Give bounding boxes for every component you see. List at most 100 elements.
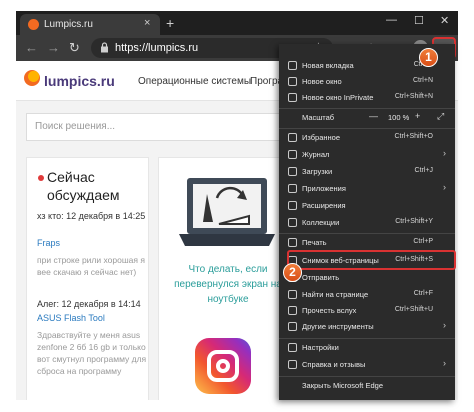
history-icon [288,150,297,159]
comment-meta: хз кто: 12 декабря в 14:25 [37,211,146,221]
menu-item-downloads[interactable]: Загрузки Ctrl+J [279,164,455,180]
zoom-out-button[interactable]: — [369,111,378,121]
menu-item-apps[interactable]: Приложения › [279,181,455,197]
menu-item-label: Другие инструменты [302,322,374,331]
menu-item-close-edge[interactable]: Закрыть Microsoft Edge [279,378,455,394]
comment-text: Здравствуйте у меня asus zenfone 2 6б 16… [37,330,147,376]
tab-bar: Lumpics.ru × + — ☐ ✕ [16,11,458,35]
new-window-icon [288,77,297,86]
chevron-right-icon: › [443,182,446,192]
favorites-icon [288,133,297,142]
menu-item-favorites[interactable]: Избранное Ctrl+Shift+O [279,130,455,146]
menu-item-print[interactable]: Печать Ctrl+P [279,235,455,251]
zoom-value: 100 % [388,113,410,122]
instagram-icon [195,338,251,394]
menu-item-label: Коллекции [302,218,340,227]
comment-meta: Алег: 12 декабря в 14:14 [37,299,141,309]
more-tools-icon [288,322,297,331]
url-text: https://lumpics.ru [115,42,199,54]
live-title: Сейчас обсуждаем [47,169,120,203]
comment-text: при строке рили хорошая я вее скачаю я с… [37,255,145,277]
maximize-button[interactable]: ☐ [414,14,424,27]
refresh-icon[interactable]: ↻ [69,40,80,56]
menu-item-shortcut: Ctrl+Shift+O [394,133,433,140]
tab-title: Lumpics.ru [44,19,93,30]
menu-item-label: Загрузки [302,167,333,176]
menu-separator [279,233,455,234]
minimize-button[interactable]: — [386,14,397,26]
apps-icon [288,184,297,193]
step-callout-2: 2 [283,263,302,282]
menu-item-label: Прочесть вслух [302,306,357,315]
menu-item-read-aloud[interactable]: Прочесть вслух Ctrl+Shift+U [279,303,455,319]
menu-item-label: Найти на странице [302,290,369,299]
menu-item-collections[interactable]: Коллекции Ctrl+Shift+Y [279,215,455,231]
menu-zoom-row: Масштаб — 100 % + ⤢ [279,110,455,126]
menu-item-shortcut: Ctrl+Shift+N [394,93,433,100]
fullscreen-icon[interactable]: ⤢ [437,111,444,122]
step-callout-1: 1 [419,48,438,67]
menu-item-label: Новая вкладка [302,61,354,70]
chevron-right-icon: › [443,148,446,158]
search-placeholder: Поиск решения... [35,121,116,132]
lumpics-logo-icon[interactable] [24,70,40,86]
menu-item-shortcut: Ctrl+N [412,77,433,84]
menu-item-help[interactable]: Справка и отзывы › [279,357,455,373]
site-favicon-icon [28,19,39,30]
menu-separator [279,376,455,377]
live-discussion-card: Сейчас обсуждаем хз кто: 12 декабря в 14… [26,157,149,400]
back-icon[interactable]: ← [25,40,38,55]
menu-item-label: Новое окно InPrivate [302,93,374,102]
inprivate-icon [288,93,297,102]
zoom-label: Масштаб [302,113,335,122]
new-tab-button[interactable]: + [166,15,174,31]
menu-item-label: Отправить [302,273,340,282]
find-icon [288,290,297,299]
read-aloud-icon [288,306,297,315]
article-title-link[interactable]: Что делать, если перевернулся экран на н… [173,262,283,307]
comment-link[interactable]: Fraps [37,238,60,248]
collections-icon [288,218,297,227]
menu-item-extensions[interactable]: Расширения [279,198,455,214]
tab-lumpics[interactable]: Lumpics.ru × [20,14,160,35]
tab-close-icon[interactable]: × [144,17,150,29]
menu-item-find[interactable]: Найти на странице Ctrl+F [279,287,455,303]
zoom-in-button[interactable]: + [415,111,420,121]
instagram-lens [216,359,230,373]
site-logo[interactable]: lumpics.ru [44,73,115,89]
settings-menu: Новая вкладкаCtrl+T Новое окноCtrl+N Нов… [279,44,455,400]
menu-separator [279,108,455,109]
menu-item-label: Избранное [302,133,341,142]
nav-link-os[interactable]: Операционные системы [138,76,251,87]
menu-item-shortcut: Ctrl+Shift+U [394,306,433,313]
menu-item-label: Новое окно [302,77,342,86]
menu-item-more-tools[interactable]: Другие инструменты › [279,319,455,335]
menu-separator [279,338,455,339]
menu-item-label: Закрыть Microsoft Edge [302,381,383,390]
site-search-input[interactable]: Поиск решения... [26,113,294,141]
menu-item-label: Приложения [302,184,346,193]
menu-item-shortcut: Ctrl+Shift+Y [395,218,433,225]
lock-icon [101,42,108,53]
menu-item-label: Расширения [302,201,346,210]
menu-separator [279,128,455,129]
rotated-laptop-image [179,178,275,246]
web-capture-highlight [287,250,456,270]
downloads-icon [288,167,297,176]
menu-item-inprivate[interactable]: Новое окно InPrivate Ctrl+Shift+N [279,90,455,106]
menu-item-shortcut: Ctrl+J [414,167,433,174]
menu-item-history[interactable]: Журнал › [279,147,455,163]
menu-item-new-window[interactable]: Новое окно Ctrl+N [279,74,455,90]
article-card[interactable]: Что делать, если перевернулся экран на н… [158,157,294,400]
menu-item-share[interactable]: Отправить [279,270,455,286]
menu-item-settings[interactable]: Настройки [279,340,455,356]
chevron-right-icon: › [443,358,446,368]
window-close-button[interactable]: ✕ [440,14,449,27]
menu-item-label: Журнал [302,150,330,159]
extensions-icon [288,201,297,210]
menu-item-label: Печать [302,238,327,247]
menu-item-label: Справка и отзывы [302,360,366,369]
menu-item-shortcut: Ctrl+P [413,238,433,245]
forward-icon[interactable]: → [47,40,60,55]
comment-link[interactable]: ASUS Flash Tool [37,313,105,323]
